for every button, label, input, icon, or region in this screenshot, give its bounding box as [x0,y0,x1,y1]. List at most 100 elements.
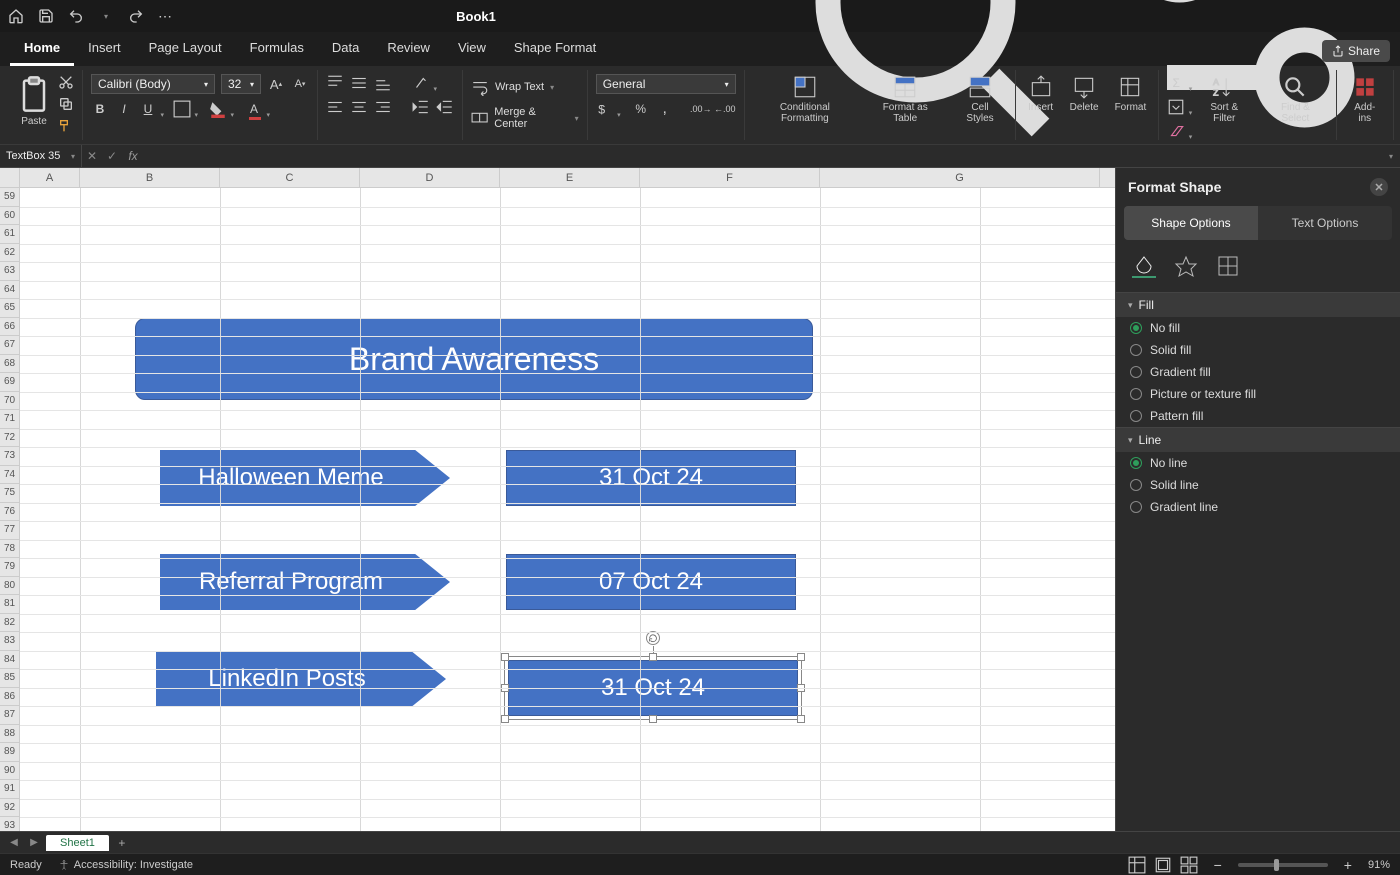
delete-cells-button[interactable]: Delete [1066,72,1103,115]
font-size-select[interactable]: 32▾ [221,74,261,94]
orientation-icon[interactable] [412,74,430,92]
merge-center-button[interactable]: Merge & Center▾ [471,106,579,130]
row-header[interactable]: 78 [0,540,19,559]
row-header[interactable]: 69 [0,373,19,392]
zoom-level[interactable]: 91% [1368,859,1390,871]
row-header[interactable]: 80 [0,577,19,596]
increase-decimal-icon[interactable]: .00→ [692,100,710,118]
resize-handle[interactable] [797,715,805,723]
fill-option[interactable]: No fill [1116,317,1400,339]
name-box[interactable]: TextBox 35▾ [0,145,82,167]
font-color-icon[interactable]: A [245,100,263,118]
row-header[interactable]: 87 [0,706,19,725]
resize-handle[interactable] [797,653,805,661]
pane-tab-text-options[interactable]: Text Options [1258,206,1392,240]
line-option[interactable]: Gradient line [1116,496,1400,518]
pane-tab-shape-options[interactable]: Shape Options [1124,206,1258,240]
format-as-table-button[interactable]: Format as Table [867,72,943,126]
format-painter-icon[interactable] [58,118,74,134]
fill-color-icon[interactable] [209,100,227,118]
cell-styles-button[interactable]: Cell Styles [953,72,1006,126]
line-option[interactable]: Solid line [1116,474,1400,496]
autosum-icon[interactable]: Σ [1167,74,1185,92]
row-header[interactable]: 88 [0,725,19,744]
row-header[interactable]: 93 [0,817,19,831]
resize-handle[interactable] [649,715,657,723]
page-break-view-icon[interactable] [1180,856,1198,874]
more-icon[interactable]: ⋯ [158,8,174,24]
insert-cells-button[interactable]: Insert [1024,72,1058,115]
select-all-corner[interactable] [0,168,20,187]
row-header[interactable]: 83 [0,632,19,651]
increase-font-icon[interactable]: A▴ [267,75,285,93]
sheet-tab[interactable]: Sheet1 [46,835,109,851]
row-header[interactable]: 74 [0,466,19,485]
row-header[interactable]: 70 [0,392,19,411]
row-header[interactable]: 92 [0,799,19,818]
col-header[interactable]: G [820,168,1100,187]
row-header[interactable]: 68 [0,355,19,374]
cancel-formula-icon[interactable]: ✕ [82,149,102,163]
shape-row1-date[interactable]: 31 Oct 24 [506,450,796,506]
col-header[interactable]: D [360,168,500,187]
row-header[interactable]: 73 [0,447,19,466]
shape-row2-arrow[interactable]: Referral Program [160,554,450,610]
expand-formula-icon[interactable]: ▾ [1382,152,1400,161]
col-header[interactable]: E [500,168,640,187]
decrease-indent-icon[interactable] [412,98,430,116]
resize-handle[interactable] [501,653,509,661]
comma-icon[interactable]: , [656,100,674,118]
page-layout-view-icon[interactable] [1154,856,1172,874]
close-pane-icon[interactable]: ✕ [1370,178,1388,196]
copy-icon[interactable] [58,96,74,112]
tab-review[interactable]: Review [373,32,444,66]
size-properties-icon[interactable] [1216,254,1240,278]
row-header[interactable]: 65 [0,299,19,318]
accept-formula-icon[interactable]: ✓ [102,149,122,163]
spreadsheet[interactable]: A B C D E F G 59606162636465666768697071… [0,168,1115,831]
undo-dropdown-icon[interactable]: ▾ [98,8,114,24]
format-cells-button[interactable]: Format [1111,72,1151,115]
sort-filter-button[interactable]: AZ Sort & Filter [1195,72,1253,126]
addins-button[interactable]: Add-ins [1345,72,1385,126]
align-center-icon[interactable] [350,98,368,116]
align-left-icon[interactable] [326,98,344,116]
row-header[interactable]: 82 [0,614,19,633]
row-header[interactable]: 62 [0,244,19,263]
row-header[interactable]: 61 [0,225,19,244]
redo-icon[interactable] [128,8,144,24]
row-header[interactable]: 60 [0,207,19,226]
fill-option[interactable]: Solid fill [1116,339,1400,361]
decrease-font-icon[interactable]: A▾ [291,75,309,93]
zoom-out-button[interactable]: − [1214,857,1222,873]
fx-icon[interactable]: fx [122,149,144,163]
paste-button[interactable] [14,72,54,116]
decrease-decimal-icon[interactable]: ←.00 [716,100,734,118]
increase-indent-icon[interactable] [436,98,454,116]
add-sheet-button[interactable]: + [113,836,131,850]
fill-section-header[interactable]: ▾Fill [1116,293,1400,317]
row-header[interactable]: 79 [0,558,19,577]
resize-handle[interactable] [501,715,509,723]
italic-icon[interactable]: I [115,100,133,118]
fill-icon[interactable] [1167,98,1185,116]
zoom-in-button[interactable]: + [1344,857,1352,873]
row-header[interactable]: 71 [0,410,19,429]
tab-page-layout[interactable]: Page Layout [135,32,236,66]
status-accessibility[interactable]: Accessibility: Investigate [58,859,193,871]
tab-data[interactable]: Data [318,32,373,66]
underline-icon[interactable]: U [139,100,157,118]
row-header[interactable]: 72 [0,429,19,448]
clear-icon[interactable] [1167,122,1185,140]
undo-icon[interactable] [68,8,84,24]
row-header[interactable]: 64 [0,281,19,300]
resize-handle[interactable] [649,653,657,661]
bold-icon[interactable]: B [91,100,109,118]
line-option[interactable]: No line [1116,452,1400,474]
shape-row2-date[interactable]: 07 Oct 24 [506,554,796,610]
row-header[interactable]: 77 [0,521,19,540]
home-icon[interactable] [8,8,24,24]
cells-canvas[interactable]: Brand Awareness Halloween Meme 31 Oct 24… [20,188,1115,831]
wrap-text-button[interactable]: Wrap Text▾ [471,78,579,96]
align-top-icon[interactable] [326,74,344,92]
